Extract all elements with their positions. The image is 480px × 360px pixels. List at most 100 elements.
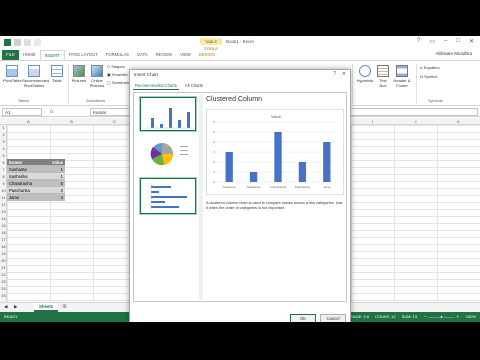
column-header[interactable]: K — [437, 118, 480, 125]
row-header[interactable]: 5 — [0, 153, 7, 160]
table-cell[interactable]: 1 — [43, 166, 65, 172]
table-header-cell[interactable]: Value — [43, 159, 65, 165]
table-button[interactable]: Table — [50, 65, 64, 83]
column-chart: Value 0 1 2 3 4 5 6 Sushanta Sasharika Chandranha P… — [213, 114, 339, 189]
row-header[interactable]: 23 — [0, 279, 7, 286]
close-icon[interactable]: ✕ — [469, 38, 474, 45]
table-row[interactable]: Jame 4 — [7, 194, 65, 201]
chart-description: A clustered column chart is used to comp… — [206, 201, 343, 210]
sheet-tab-sheet1[interactable]: Sheet1 — [34, 303, 58, 312]
thumb-clustered-column[interactable] — [139, 96, 197, 132]
row-header[interactable]: 12 — [0, 202, 7, 209]
user-name[interactable]: Abhisam Mundhra — [435, 51, 472, 56]
symbol-button[interactable]: Ω Symbol — [420, 74, 446, 79]
table-cell[interactable]: Sushanta — [7, 166, 43, 172]
row-header[interactable]: 1 — [0, 125, 7, 132]
text-box-button[interactable]: Text Box — [376, 65, 390, 88]
table-header-cell[interactable]: Kumar — [7, 159, 43, 165]
row-header[interactable]: 8 — [0, 174, 7, 181]
tab-recommended-charts[interactable]: Recommended Charts — [133, 82, 179, 90]
tab-view[interactable]: VIEW — [176, 50, 195, 60]
row-header[interactable]: 6 — [0, 160, 7, 167]
thumbnails-scrollbar[interactable] — [199, 94, 203, 300]
row-header[interactable]: 14 — [0, 216, 7, 223]
save-icon[interactable] — [14, 39, 21, 46]
row-header[interactable]: 20 — [0, 258, 7, 265]
recommended-pivot-button[interactable]: Recommended PivotTables — [22, 65, 49, 88]
row-header[interactable]: 24 — [0, 286, 7, 293]
table-cell[interactable]: Jame — [7, 194, 43, 200]
row-header[interactable]: 3 — [0, 139, 7, 146]
name-box[interactable]: A1 — [2, 108, 42, 116]
thumb-clustered-bar[interactable] — [139, 177, 197, 215]
sheet-scroll-left-icon[interactable]: ◀ — [4, 304, 7, 310]
row-header[interactable]: 19 — [0, 251, 7, 258]
tab-file[interactable]: FILE — [2, 50, 19, 60]
equation-button[interactable]: π Equation — [420, 65, 446, 70]
dialog-close-icon[interactable]: ✕ — [342, 71, 346, 77]
ribbon-display-icon[interactable]: ▭ — [429, 38, 435, 45]
row-header[interactable]: 4 — [0, 146, 7, 153]
row-header[interactable]: 17 — [0, 237, 7, 244]
shapes-button[interactable]: ◇ Shapes — [107, 64, 131, 69]
table-row[interactable]: Chandranha 5 — [7, 180, 65, 187]
table-cell[interactable]: Paachanka — [7, 187, 43, 193]
shapes-label: Shapes — [111, 64, 125, 69]
table-row[interactable]: Sasharika 1 — [7, 173, 65, 180]
data-table[interactable]: Kumar Value Sushanta 1 Sasharika 1 Chand… — [7, 159, 65, 201]
column-header[interactable]: A — [7, 118, 50, 125]
column-header[interactable]: J — [394, 118, 437, 125]
table-cell[interactable]: Chandranha — [7, 180, 43, 186]
row-header[interactable]: 10 — [0, 188, 7, 195]
tab-review[interactable]: REVIEW — [152, 50, 177, 60]
help-icon[interactable]: ? — [417, 38, 420, 45]
table-cell[interactable]: 1 — [43, 173, 65, 179]
tab-formulas[interactable]: FORMULAS — [102, 50, 133, 60]
table-cell[interactable]: 5 — [43, 180, 65, 186]
zoom-slider[interactable]: － ———●——— ＋ — [423, 312, 460, 322]
column-header[interactable]: B — [50, 118, 93, 125]
row-header[interactable]: 2 — [0, 132, 7, 139]
column-header[interactable]: I — [351, 118, 394, 125]
tab-home[interactable]: HOME — [19, 50, 40, 60]
row-header[interactable]: 11 — [0, 195, 7, 202]
ok-button[interactable]: OK — [290, 314, 316, 322]
table-cell[interactable]: 4 — [43, 194, 65, 200]
pivot-table-button[interactable]: PivotTable — [3, 65, 21, 83]
zoom-level[interactable]: 100% — [466, 312, 476, 322]
tab-design[interactable]: DESIGN — [195, 50, 219, 60]
tab-insert[interactable]: INSERT — [39, 50, 65, 60]
redo-icon[interactable] — [34, 39, 41, 46]
fx-icon[interactable]: fx — [50, 108, 54, 116]
smartart-button[interactable]: ▣ SmartArt — [107, 72, 131, 77]
cancel-button[interactable]: Cancel — [320, 314, 346, 322]
row-header[interactable]: 18 — [0, 244, 7, 251]
add-sheet-icon[interactable]: ⊕ — [62, 303, 67, 310]
online-pictures-button[interactable]: Online Pictures — [89, 65, 105, 88]
tab-page-layout[interactable]: PAGE LAYOUT — [65, 50, 102, 60]
sheet-scroll-right-icon[interactable]: ▶ — [14, 304, 17, 310]
pictures-button[interactable]: Pictures — [71, 65, 87, 83]
thumb-pie[interactable] — [140, 136, 196, 172]
maximize-icon[interactable]: □ — [456, 38, 460, 45]
row-header[interactable]: 21 — [0, 265, 7, 272]
row-header[interactable]: 7 — [0, 167, 7, 174]
dialog-help-icon[interactable]: ? — [333, 71, 336, 77]
row-header[interactable]: 15 — [0, 223, 7, 230]
table-row[interactable]: Sushanta 1 — [7, 166, 65, 173]
undo-icon[interactable] — [24, 39, 31, 46]
table-cell[interactable]: 2 — [43, 187, 65, 193]
row-header[interactable]: 22 — [0, 272, 7, 279]
row-header[interactable]: 25 — [0, 293, 7, 300]
hyperlink-button[interactable]: Hyperlink — [356, 65, 374, 83]
table-header-row[interactable]: Kumar Value — [7, 159, 65, 166]
minimize-icon[interactable]: – — [444, 38, 447, 45]
table-cell[interactable]: Sasharika — [7, 173, 43, 179]
row-header[interactable]: 13 — [0, 209, 7, 216]
table-row[interactable]: Paachanka 2 — [7, 187, 65, 194]
row-header[interactable]: 16 — [0, 230, 7, 237]
row-header[interactable]: 9 — [0, 181, 7, 188]
tab-data[interactable]: DATA — [133, 50, 152, 60]
header-footer-button[interactable]: Header & Footer — [392, 65, 412, 88]
tab-all-charts[interactable]: All Charts — [183, 82, 205, 90]
